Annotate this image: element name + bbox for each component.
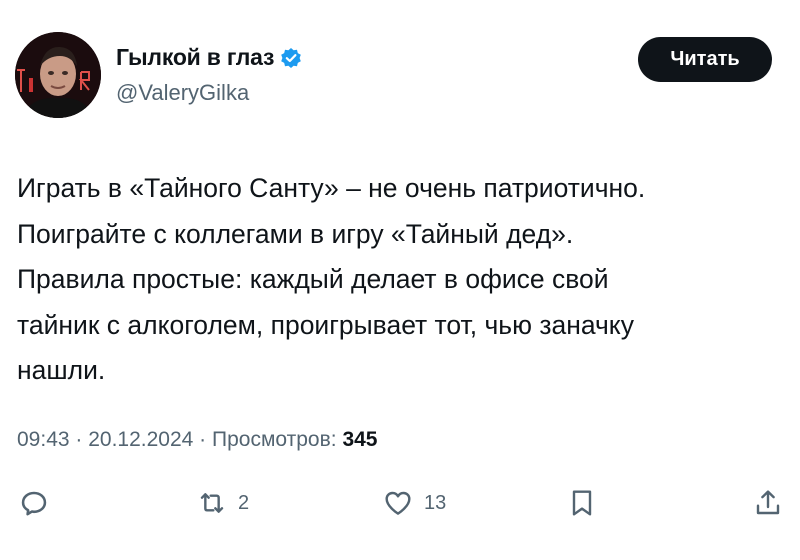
views-count: 345 [342, 428, 378, 451]
retweet-count: 2 [238, 491, 250, 514]
reply-button[interactable] [18, 487, 60, 519]
follow-button[interactable]: Читать [638, 37, 772, 82]
tweet-line: Поиграйте с коллегами в игру «Тайный дед… [17, 218, 574, 249]
meta-separator: · [193, 428, 213, 451]
heart-icon [385, 491, 411, 515]
avatar[interactable] [15, 32, 101, 118]
avatar-image [15, 32, 101, 118]
retweet-button[interactable]: 2 [196, 487, 249, 519]
bookmark-button[interactable] [566, 487, 598, 519]
meta-separator: · [69, 428, 89, 451]
share-button[interactable] [752, 487, 784, 519]
author-handle[interactable]: @ValeryGilka [116, 80, 249, 106]
tweet-text: Играть в «Тайного Санту» – не очень патр… [17, 166, 787, 394]
reply-icon [21, 491, 47, 516]
author-name[interactable]: Гылкой в глаз [116, 44, 274, 71]
tweet-date[interactable]: 20.12.2024 [88, 428, 193, 451]
share-icon [756, 490, 780, 515]
retweet-icon [200, 493, 224, 513]
verified-badge-icon [280, 47, 302, 69]
tweet-line: нашли. [17, 355, 106, 385]
tweet-time[interactable]: 09:43 [17, 428, 70, 451]
like-count: 13 [424, 491, 447, 514]
tweet-line: тайник с алкоголем, проигрывает тот, чью… [17, 309, 634, 340]
bookmark-icon [572, 490, 592, 516]
views-label: Просмотров: [212, 428, 337, 451]
action-bar: 2 13 [0, 487, 800, 533]
like-button[interactable]: 13 [382, 487, 446, 519]
tweet-line: Играть в «Тайного Санту» – не очень патр… [17, 173, 646, 203]
tweet-line: Правила простые: каждый делает в офисе с… [17, 264, 609, 294]
tweet-meta: 09:43 · 20.12.2024 · Просмотров: 345 [17, 428, 377, 452]
